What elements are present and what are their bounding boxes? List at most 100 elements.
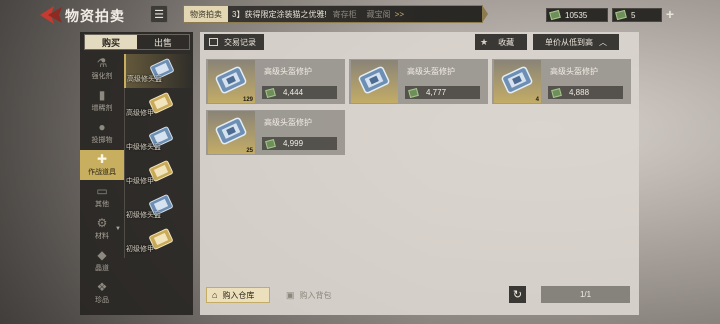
category-materials[interactable]: ⚙ 材料 ▼	[80, 214, 124, 244]
cash-icon	[265, 87, 276, 98]
item-count: 4	[535, 97, 539, 103]
page-title: 物资拍卖	[65, 8, 125, 24]
gold-icon	[615, 9, 627, 21]
category-label: 其他	[95, 201, 109, 208]
refresh-button[interactable]: ↻	[509, 286, 526, 303]
category-list: ⚗ 强化剂 ▮ 增稀剂 ● 投掷物 ✚ 作战道具 ▭ 其他 ⚙ 材料 ▼ ◆ 晶…	[80, 54, 124, 310]
gear-icon: ⚙	[96, 216, 108, 230]
subcategory-item[interactable]: 中级修头盔	[124, 122, 193, 156]
subcategory-label: 中级修甲	[126, 178, 154, 185]
listing-card[interactable]: 4 高级头盔修护 4,888	[492, 59, 631, 104]
subcategory-item[interactable]: 中级修甲	[124, 156, 193, 190]
subcategory-label: 高级修甲	[126, 110, 154, 117]
gold-display: 5	[612, 8, 662, 22]
box-icon: ▭	[96, 184, 108, 198]
subcategory-list: 高级修头盔 高级修甲 中级修头盔 中级修甲 初级修头盔 初级修甲	[124, 54, 193, 258]
item-name: 高级头盔修护	[264, 118, 312, 127]
item-price: 4,888	[569, 88, 590, 97]
flask-icon: ⚗	[96, 56, 108, 70]
category-combat-items[interactable]: ✚ 作战道具	[80, 150, 124, 180]
chevron-up-icon: ︿	[599, 37, 607, 47]
trade-records-button[interactable]: 交易记录	[204, 34, 264, 50]
item-price: 4,444	[283, 88, 304, 97]
category-label: 增稀剂	[91, 105, 113, 112]
listing-card[interactable]: 高级头盔修护 4,777	[349, 59, 488, 104]
listing-card[interactable]: 129 高级头盔修护 4,444	[206, 59, 345, 104]
top-bar: 物资拍卖 ☰ 物资拍卖 3】获得限定涂装猫之优雅! 寄存柜 藏宝阁 >> 105…	[0, 0, 720, 30]
subcategory-item[interactable]: 初级修甲	[124, 224, 193, 258]
cash-icon	[265, 138, 276, 149]
buy-sell-tabs: 购买 出售	[84, 34, 190, 50]
category-crystal[interactable]: ◆ 晶道	[80, 246, 124, 276]
helmet-repair-kit-icon	[358, 66, 390, 94]
back-arrow-icon[interactable]	[40, 6, 62, 24]
category-label: 晶道	[95, 265, 109, 272]
subcategory-item[interactable]: 高级修甲	[124, 88, 193, 122]
subcategory-label: 高级修头盔	[127, 76, 162, 83]
sort-button[interactable]: 单价从低到高 ︿	[533, 34, 619, 50]
category-diluent[interactable]: ▮ 增稀剂	[80, 86, 124, 116]
grenade-icon: ●	[98, 120, 106, 134]
trade-records-label: 交易记录	[224, 37, 256, 47]
item-thumbnail	[351, 60, 398, 103]
ticker-arrows: >>	[394, 9, 405, 19]
buy-to-warehouse-button[interactable]: ⌂ 购入仓库	[206, 287, 270, 303]
chevron-down-icon: ▼	[115, 226, 121, 232]
item-thumbnail: 25	[208, 111, 255, 154]
cash-icon	[549, 9, 561, 21]
subcategory-label: 初级修头盔	[126, 212, 161, 219]
star-icon: ★	[480, 36, 489, 47]
tab-sell[interactable]: 出售	[137, 35, 189, 49]
favorite-button[interactable]: ★ 收藏	[475, 34, 527, 50]
item-thumbnail: 129	[208, 60, 255, 103]
category-label: 珍品	[95, 297, 109, 304]
buy-to-bag-label: 购入背包	[299, 290, 332, 300]
item-count: 129	[242, 97, 253, 103]
warehouse-icon: ⌂	[212, 290, 218, 300]
price-box: 4,444	[262, 86, 337, 99]
ticker-end-arrow-icon	[482, 5, 488, 23]
tab-buy[interactable]: 购买	[85, 35, 137, 49]
item-price: 4,777	[426, 88, 447, 97]
item-price: 4,999	[283, 139, 304, 148]
ticker-dim-text: 寄存柜	[332, 9, 357, 19]
category-label: 材料	[95, 233, 109, 240]
subcategory-item[interactable]: 高级修头盔	[124, 54, 193, 88]
medkit-icon: ✚	[96, 152, 108, 166]
helmet-repair-kit-icon	[501, 66, 533, 94]
ticker-right-text: 藏宝阁	[366, 9, 391, 19]
helmet-repair-kit-icon	[215, 66, 247, 94]
subcategory-item[interactable]: 初级修头盔	[124, 190, 193, 224]
menu-button[interactable]: ☰	[150, 5, 168, 23]
buy-to-warehouse-label: 购入仓库	[222, 290, 255, 300]
category-throwables[interactable]: ● 投掷物	[80, 118, 124, 148]
item-name: 高级头盔修护	[264, 67, 312, 76]
category-other[interactable]: ▭ 其他	[80, 182, 124, 212]
news-ticker[interactable]: 物资拍卖 3】获得限定涂装猫之优雅! 寄存柜 藏宝阁 >>	[183, 5, 488, 23]
subcategory-label: 初级修甲	[126, 246, 154, 253]
listing-panel: 交易记录 ★ 收藏 单价从低到高 ︿ 129 高级头盔修护 4,444 高级头盔…	[200, 32, 639, 315]
item-thumbnail: 4	[494, 60, 541, 103]
buy-to-bag-button[interactable]: ▣ 购入背包	[284, 287, 348, 303]
category-panel: 购买 出售 ⚗ 强化剂 ▮ 增稀剂 ● 投掷物 ✚ 作战道具 ▭ 其他 ⚙ 材料…	[80, 32, 193, 315]
item-name: 高级头盔修护	[407, 67, 455, 76]
add-currency-button[interactable]: +	[663, 7, 677, 21]
category-treasures[interactable]: ❖ 珍品	[80, 278, 124, 308]
category-label: 强化剂	[91, 73, 113, 80]
category-label: 投掷物	[91, 137, 113, 144]
price-box: 4,999	[262, 137, 337, 150]
helmet-repair-kit-icon	[215, 117, 247, 145]
gem-icon: ❖	[96, 280, 108, 294]
cash-amount: 10535	[565, 10, 588, 20]
document-icon	[209, 38, 218, 46]
refresh-icon: ↻	[512, 289, 523, 301]
listing-card[interactable]: 25 高级头盔修护 4,999	[206, 110, 345, 155]
cash-icon	[408, 87, 419, 98]
category-enhancer[interactable]: ⚗ 强化剂	[80, 54, 124, 84]
crystal-icon: ◆	[97, 248, 107, 262]
menu-icon: ☰	[154, 8, 164, 21]
ticker-tag: 物资拍卖	[184, 6, 228, 22]
bag-icon: ▣	[286, 289, 295, 300]
page-indicator: 1/1	[541, 286, 630, 303]
price-box: 4,777	[405, 86, 480, 99]
